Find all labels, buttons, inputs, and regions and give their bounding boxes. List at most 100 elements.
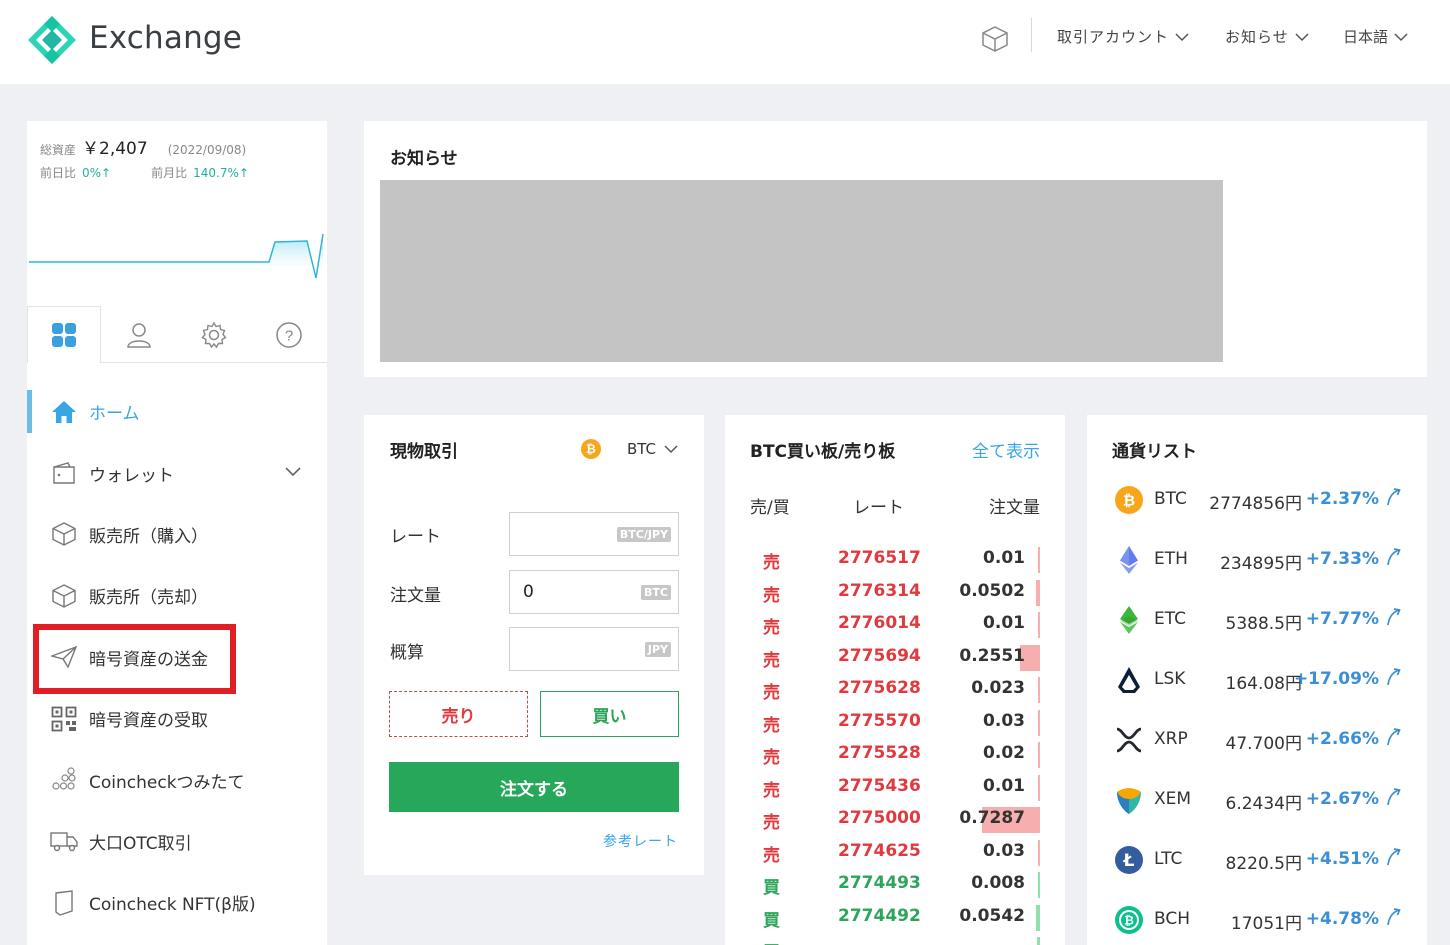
- nav-item-nft[interactable]: Coincheck NFT(β版): [27, 872, 327, 933]
- reference-rate-link[interactable]: 参考レート: [603, 831, 678, 851]
- currency-price: 47.700円: [1225, 734, 1302, 754]
- trend-up-arrow-icon: [1387, 548, 1401, 566]
- nav-item-otc[interactable]: 大口OTC取引: [27, 811, 327, 872]
- language-menu[interactable]: 日本語: [1343, 26, 1408, 47]
- tab-account[interactable]: [102, 306, 176, 363]
- bitcoin-icon: ₿: [1115, 486, 1143, 514]
- orderbook-qty: 0.01: [983, 775, 1025, 796]
- orderbook-row[interactable]: 売 2776014 0.01: [725, 609, 1065, 642]
- orderbook-row[interactable]: 買: [725, 934, 1065, 945]
- brand-name[interactable]: Exchange: [89, 20, 242, 56]
- help-icon: ?: [276, 321, 302, 348]
- sell-button[interactable]: 売り: [389, 691, 528, 737]
- notifications-menu[interactable]: お知らせ: [1225, 26, 1309, 47]
- currency-symbol: LSK: [1154, 669, 1186, 689]
- rate-input[interactable]: BTC/JPY: [509, 512, 679, 556]
- depth-bar: [1038, 677, 1040, 703]
- qr-code-icon: [50, 705, 78, 733]
- nav-item-buy[interactable]: 販売所（購入）: [27, 504, 327, 565]
- tab-settings[interactable]: [177, 306, 251, 363]
- currency-row[interactable]: ETC 5388.5円 +7.77%: [1087, 605, 1427, 665]
- currency-row[interactable]: ₿ BCH 17051円 +4.78%: [1087, 905, 1427, 945]
- coin-selector[interactable]: ₿ BTC: [580, 439, 678, 459]
- orderbook-row[interactable]: 売 2775694 0.2551: [725, 642, 1065, 675]
- currency-price: 8220.5円: [1225, 854, 1302, 874]
- currency-symbol: ETH: [1154, 549, 1188, 569]
- orderbook-side: 売: [763, 780, 780, 801]
- chevron-down-icon: [1175, 32, 1189, 41]
- chevron-down-icon[interactable]: [285, 466, 301, 477]
- place-order-button[interactable]: 注文する: [389, 762, 679, 812]
- spot-trade-panel: 現物取引 ₿ BTC レート BTC/JPY 注文量 0 BTC 概算 JPY …: [364, 415, 704, 875]
- orderbook-qty: 0.01: [983, 613, 1025, 633]
- depth-bar: [1038, 742, 1040, 768]
- svg-text:₿: ₿: [1123, 492, 1135, 510]
- orderbook-row[interactable]: 売 2775570 0.03: [725, 707, 1065, 740]
- trading-account-menu[interactable]: 取引アカウント: [1057, 26, 1189, 47]
- orderbook-rate: 2775436: [838, 775, 921, 796]
- orderbook-row[interactable]: 売 2776314 0.0502: [725, 577, 1065, 610]
- orderbook-qty: 0.0542: [959, 905, 1025, 926]
- orderbook-side: 売: [763, 813, 780, 833]
- currency-row[interactable]: Ł LTC 8220.5円 +4.51%: [1087, 845, 1427, 905]
- orderbook-rate: 2776517: [838, 548, 921, 568]
- currency-row[interactable]: LSK 164.08円 +17.09%: [1087, 665, 1427, 725]
- currency-price: 17051円: [1230, 914, 1302, 934]
- tab-dashboard[interactable]: [27, 306, 101, 363]
- nav-item-coincheck-tsumitate[interactable]: Coincheckつみたて: [27, 749, 327, 810]
- orderbook-side: 買: [763, 878, 780, 898]
- show-all-link[interactable]: 全て表示: [972, 437, 1040, 462]
- orderbook-row[interactable]: 売 2775628 0.023: [725, 674, 1065, 707]
- asset-changes: 前日比 0%↑ 前月比 140.7%↑: [40, 164, 249, 181]
- orderbook-side: 売: [763, 683, 780, 703]
- currency-row[interactable]: XRP 47.700円 +2.66%: [1087, 725, 1427, 785]
- notice-title: お知らせ: [390, 149, 458, 169]
- total-assets-label: 総資産: [40, 143, 77, 157]
- day-change-value: 0%↑: [82, 166, 112, 180]
- orderbook-row[interactable]: 買 2774493 0.008: [725, 869, 1065, 902]
- currency-price: 234895円: [1220, 554, 1302, 574]
- orderbook-row[interactable]: 売 2775000 0.7287: [725, 804, 1065, 837]
- currency-row[interactable]: ₿ BTC 2774856円 +2.37%: [1087, 485, 1427, 545]
- estimate-input[interactable]: JPY: [509, 627, 679, 671]
- orderbook-row[interactable]: 売 2775528 0.02: [725, 739, 1065, 772]
- trading-account-label: 取引アカウント: [1057, 28, 1170, 46]
- ethereum-icon: [1120, 546, 1138, 574]
- nav-item-sell[interactable]: 販売所（売却）: [27, 565, 327, 626]
- currency-row[interactable]: ETH 234895円 +7.33%: [1087, 545, 1427, 605]
- orderbook-row[interactable]: 売 2775436 0.01: [725, 772, 1065, 805]
- chevron-down-icon: [664, 445, 678, 454]
- nav-item-home[interactable]: ホーム: [27, 381, 327, 442]
- orderbook-side: 売: [763, 845, 780, 866]
- orderbook-rate: 2775694: [838, 645, 921, 666]
- day-change-label: 前日比: [40, 166, 77, 180]
- rate-label: レート: [390, 527, 441, 547]
- truck-icon: [50, 827, 78, 855]
- orderbook-rate: 2776314: [838, 580, 921, 601]
- nav-item-receive-crypto[interactable]: 暗号資産の受取: [27, 688, 327, 749]
- orderbook-row[interactable]: 売 2774625 0.03: [725, 837, 1065, 870]
- notifications-label: お知らせ: [1225, 28, 1289, 46]
- orderbook-row[interactable]: 買 2774492 0.0542: [725, 902, 1065, 935]
- month-change-label: 前月比: [151, 166, 188, 180]
- currency-row[interactable]: XEM 6.2434円 +2.67%: [1087, 785, 1427, 845]
- tab-help[interactable]: ?: [252, 306, 326, 363]
- litecoin-icon: Ł: [1115, 846, 1143, 874]
- exchange-logo-icon[interactable]: [26, 14, 78, 66]
- highlight-annotation: [33, 624, 236, 694]
- cube-icon: [50, 582, 78, 610]
- notice-banner-image[interactable]: [380, 180, 1223, 362]
- orderbook-qty: 0.7287: [959, 808, 1025, 828]
- orderbook-qty: 0.0502: [959, 580, 1025, 601]
- cube-icon[interactable]: [980, 24, 1010, 54]
- orderbook-rate: 2775528: [838, 743, 921, 763]
- orderbook-side: 売: [763, 618, 780, 638]
- nav-item-wallet[interactable]: ウォレット: [27, 442, 327, 503]
- orderbook-row[interactable]: 売 2776517 0.01: [725, 544, 1065, 577]
- lisk-icon: [1118, 667, 1140, 693]
- currency-change: +4.78%: [1305, 909, 1379, 929]
- notice-panel: お知らせ: [364, 121, 1427, 377]
- buy-button[interactable]: 買い: [540, 691, 679, 737]
- amount-input[interactable]: 0 BTC: [509, 570, 679, 614]
- sidebar: 総資産 ￥2,407 (2022/09/08) 前日比 0%↑ 前月比 140.…: [27, 121, 327, 945]
